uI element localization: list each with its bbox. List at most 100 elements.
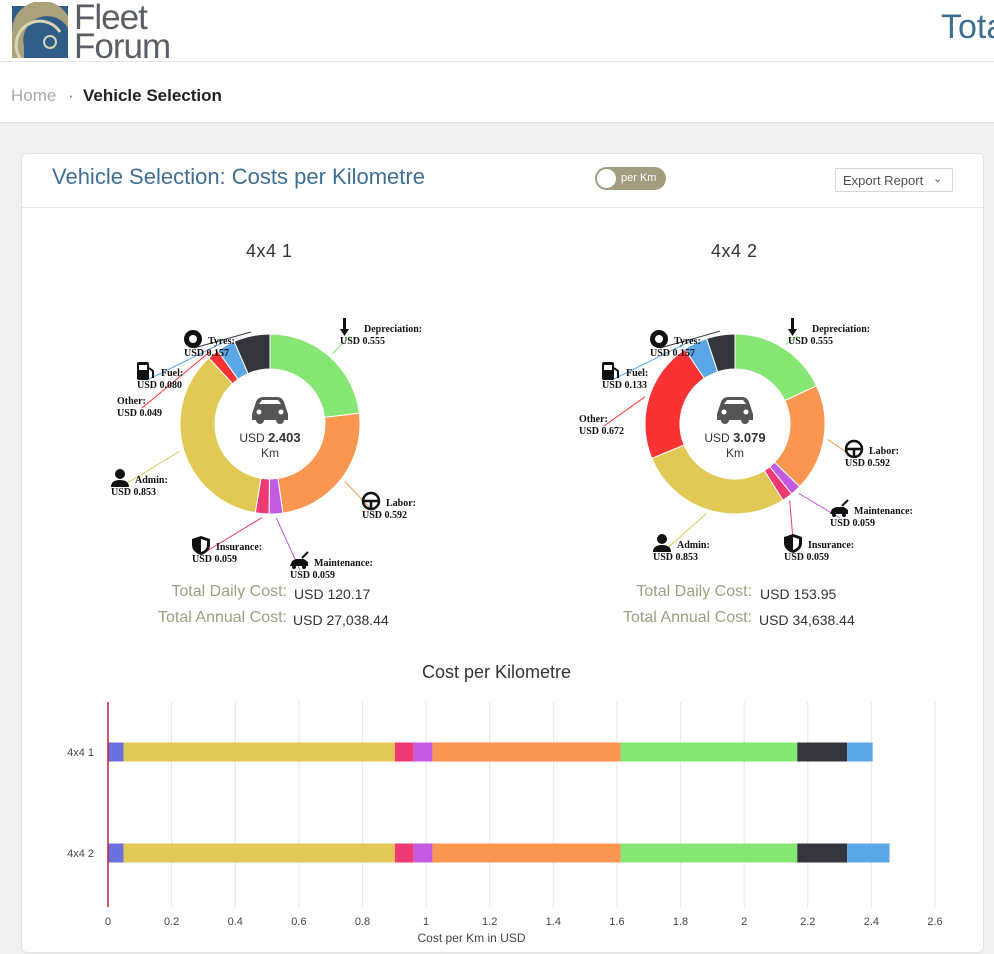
car-icon: [252, 397, 288, 424]
total-annual-label-1: Total Annual Cost:: [158, 609, 287, 626]
bar-segment-2-8[interactable]: [847, 843, 890, 863]
leader-line: [344, 480, 373, 511]
card-header: Vehicle Selection: Costs per Kilometre p…: [22, 154, 983, 208]
breadcrumb-home-link[interactable]: Home: [11, 86, 56, 106]
bar-segment-1-4[interactable]: [413, 742, 433, 762]
total-daily-value-1: USD 120.17: [294, 586, 371, 602]
x-tick-label: 1: [423, 916, 429, 928]
bar-segment-2-1[interactable]: [108, 843, 124, 863]
slice-value-label: USD 0.059: [290, 570, 335, 581]
slice-name-label: Fuel:: [161, 368, 183, 379]
bar-segment-2-6[interactable]: [620, 843, 798, 863]
car-repair-icon: [830, 499, 849, 517]
steering-wheel-icon: [361, 491, 381, 511]
breadcrumb-separator: ·: [68, 86, 74, 105]
slice-value-label: USD 0.059: [192, 554, 237, 565]
chevron-down-icon: ⌄: [933, 173, 943, 185]
toggle-label: per Km: [621, 172, 657, 184]
slice-value-label: USD 0.059: [784, 552, 829, 563]
top-bar: Fleet Forum Tota: [0, 0, 994, 66]
bar-segment-2-2[interactable]: [123, 843, 395, 863]
total-annual-label-2: Total Annual Cost:: [623, 609, 752, 626]
arrow-down-icon: [788, 318, 797, 336]
bar-segment-1-8[interactable]: [847, 742, 873, 762]
per-km-toggle[interactable]: per Km: [595, 167, 666, 190]
x-tick-label: 1.4: [546, 916, 561, 928]
slice-name-label: Insurance:: [216, 542, 262, 553]
toggle-knob: [597, 169, 616, 188]
slice-name-label: Depreciation:: [364, 324, 422, 335]
total-daily-label-2: Total Daily Cost:: [636, 583, 752, 600]
bar-chart-title: Cost per Kilometre: [422, 662, 572, 682]
bar-segment-2-5[interactable]: [432, 843, 621, 863]
fleet-forum-logo[interactable]: Fleet Forum: [10, 0, 180, 66]
x-tick-label: 0.8: [355, 916, 370, 928]
total-annual-value-1: USD 27,038.44: [293, 612, 389, 628]
shield-icon: [192, 536, 210, 555]
bar-segment-1-1[interactable]: [108, 742, 124, 762]
x-tick-label: 2: [741, 916, 747, 928]
leader-line: [603, 396, 646, 427]
logo-wheel-icon: [11, 2, 68, 59]
x-tick-label: 0.4: [228, 916, 243, 928]
slice-name-label: Tyres:: [674, 336, 701, 347]
slice-value-label: USD 0.157: [650, 348, 695, 359]
tyre-icon: [184, 330, 202, 348]
slice-value-label: USD 0.853: [111, 487, 156, 498]
bar-segment-1-7[interactable]: [797, 742, 848, 762]
bar-segment-1-2[interactable]: [123, 742, 395, 762]
bar-segment-2-7[interactable]: [797, 843, 848, 863]
bar-segment-2-3[interactable]: [394, 843, 414, 863]
donut-title-vehicle-1: 4x4 1: [246, 241, 293, 261]
bar-segment-1-3[interactable]: [394, 742, 414, 762]
export-report-label: Export Report: [843, 173, 924, 188]
car-icon: [717, 397, 753, 424]
fuel-pump-icon: [137, 362, 154, 380]
donut-slice-2-5[interactable]: [651, 444, 784, 515]
slice-name-label: Insurance:: [808, 540, 854, 551]
donut-center-value: USD 2.403: [239, 430, 300, 445]
slice-value-label: USD 0.555: [788, 336, 833, 347]
slice-name-label: Admin:: [135, 475, 168, 486]
cost-per-km-bar-chart: 0 0.2 0.4 0.6 0.8 1 1.2 1.4 1.6 1.8 2 2.2 2.4 2.6 4x4 …: [67, 702, 943, 945]
slice-name-label: Labor:: [386, 498, 416, 509]
bar-segment-1-5[interactable]: [432, 742, 621, 762]
logo-text-forum: Forum: [74, 27, 171, 66]
donut-title-vehicle-2: 4x4 2: [711, 241, 758, 261]
slice-value-label: USD 0.133: [602, 380, 647, 391]
slice-name-label: Fuel:: [626, 368, 648, 379]
y-category-label: 4x4 1: [67, 747, 94, 759]
x-tick-label: 2.2: [800, 916, 815, 928]
slice-value-label: USD 0.592: [845, 458, 890, 469]
slice-value-label: USD 0.853: [653, 552, 698, 563]
total-annual-value-2: USD 34,638.44: [759, 612, 855, 628]
x-tick-label: 1.8: [673, 916, 688, 928]
page-title: Tota: [941, 8, 994, 46]
donut-center-unit: Km: [726, 446, 744, 460]
slice-name-label: Tyres:: [208, 336, 235, 347]
x-tick-label: 2.6: [927, 916, 942, 928]
slice-name-label: Other:: [579, 414, 608, 425]
slice-name-label: Maintenance:: [314, 558, 373, 569]
slice-name-label: Admin:: [677, 540, 710, 551]
x-tick-label: 0.6: [291, 916, 306, 928]
tyre-icon: [650, 330, 668, 348]
x-tick-label: 2.4: [864, 916, 879, 928]
export-report-dropdown[interactable]: Export Report ⌄: [835, 168, 953, 192]
bar-segment-2-4[interactable]: [413, 843, 433, 863]
donut-slice-1-2[interactable]: [277, 412, 361, 514]
fuel-pump-icon: [602, 362, 619, 380]
slice-value-label: USD 0.157: [184, 348, 229, 359]
x-tick-label: 0.2: [164, 916, 179, 928]
y-category-label: 4x4 2: [67, 848, 94, 860]
admin-person-icon: [111, 469, 129, 487]
slice-value-label: USD 0.049: [117, 408, 162, 419]
arrow-down-icon: [340, 318, 349, 336]
bar-segment-1-6[interactable]: [620, 742, 798, 762]
slice-value-label: USD 0.592: [362, 510, 407, 521]
x-tick-label: 1.2: [482, 916, 497, 928]
slice-name-label: Depreciation:: [812, 324, 870, 335]
slice-name-label: Other:: [117, 396, 146, 407]
donut-center-value: USD 3.079: [704, 430, 765, 445]
slice-value-label: USD 0.672: [579, 426, 624, 437]
